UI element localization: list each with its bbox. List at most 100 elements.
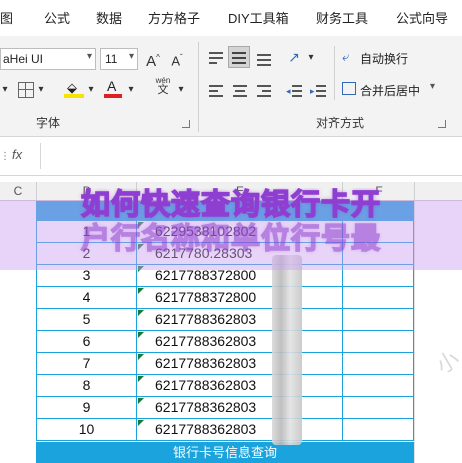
menu-item-formula-wizard[interactable]: 公式向导 (396, 8, 448, 27)
cell-divider (136, 419, 137, 440)
empty-cell[interactable] (343, 353, 413, 374)
table-row: 9 6217788362803 (36, 397, 414, 419)
align-right-button[interactable] (254, 82, 274, 102)
wrap-text-icon: ⤶ (342, 49, 350, 64)
empty-cell[interactable] (343, 309, 413, 330)
error-indicator-icon[interactable] (138, 310, 144, 316)
chevron-down-icon: ▾ (128, 51, 134, 62)
merge-icon (342, 82, 356, 95)
table-row: 5 6217788362803 (36, 309, 414, 331)
ribbon-separator (334, 46, 335, 100)
font-size-value: 11 (105, 52, 118, 66)
row-number-cell[interactable]: 8 (37, 377, 136, 393)
name-box-dots: ⋮ (0, 151, 10, 162)
cell-divider (136, 287, 137, 308)
border-icon[interactable] (18, 82, 34, 98)
wrap-text-button[interactable]: ⤶ 自动换行 (342, 48, 452, 68)
formula-bar: ⋮ fx (0, 137, 462, 176)
formula-input[interactable] (40, 143, 461, 169)
card-number-cell[interactable]: 6217788362803 (155, 333, 275, 349)
card-number-cell[interactable]: 6217788362803 (155, 421, 275, 437)
menu-item-diy[interactable]: DIY工具箱 (228, 8, 289, 27)
chevron-down-icon[interactable]: ▾ (176, 79, 186, 101)
table-row: 8 6217788362803 (36, 375, 414, 397)
alignment-dialog-launcher[interactable] (438, 120, 446, 128)
shrink-font-button[interactable]: Aˇ (168, 47, 186, 72)
chevron-down-icon[interactable]: ▾ (126, 79, 136, 101)
row-number-cell[interactable]: 7 (37, 355, 136, 371)
ribbon: aHei UI ▾ 11 ▾ A^ Aˇ ▾ ▾ ⬙ ▾ A ▾ wén 文 ▾… (0, 36, 462, 137)
cell-divider (136, 309, 137, 330)
cell-divider (136, 331, 137, 352)
font-size-select[interactable]: 11 ▾ (100, 48, 138, 70)
chevron-down-icon[interactable]: ▾ (86, 79, 96, 101)
menu-item-finance[interactable]: 财务工具 (316, 8, 368, 27)
align-middle-button[interactable] (228, 46, 250, 68)
chevron-down-icon[interactable]: ▾ (306, 47, 316, 69)
decrease-indent-button[interactable]: ◂ (284, 82, 304, 102)
redaction-blur (272, 255, 302, 445)
font-name-select[interactable]: aHei UI ▾ (0, 48, 96, 70)
row-number-cell[interactable]: 9 (37, 399, 136, 415)
row-number-cell[interactable]: 6 (37, 333, 136, 349)
title-line-2: 户行名称和单位行号最 (80, 222, 381, 256)
font-group-label: 字体 (36, 116, 61, 130)
card-number-cell[interactable]: 6217788362803 (155, 311, 275, 327)
empty-cell[interactable] (343, 287, 413, 308)
card-number-cell[interactable]: 6217788362803 (155, 355, 275, 371)
table-row: 4 6217788372800 (36, 287, 414, 309)
increase-indent-button[interactable]: ▸ (308, 82, 328, 102)
row-number-cell[interactable]: 10 (37, 421, 136, 437)
row-number-cell[interactable]: 4 (37, 289, 136, 305)
title-line-1: 如何快速查询银行卡开 (80, 188, 381, 222)
menu-item-formulas[interactable]: 公式 (44, 8, 70, 27)
error-indicator-icon[interactable] (138, 376, 144, 382)
table-row: 7 6217788362803 (36, 353, 414, 375)
chevron-down-icon[interactable]: ▾ (430, 81, 435, 92)
font-dialog-launcher[interactable] (182, 120, 190, 128)
empty-cell[interactable] (343, 419, 413, 440)
merge-center-button[interactable]: 合并后居中 ▾ (342, 80, 452, 100)
align-top-button[interactable] (206, 48, 226, 68)
chevron-down-icon[interactable]: ▾ (0, 79, 10, 101)
error-indicator-icon[interactable] (138, 354, 144, 360)
menu-item-view[interactable]: 图 (0, 8, 13, 27)
empty-cell[interactable] (343, 375, 413, 396)
table-row: 6 6217788362803 (36, 331, 414, 353)
cell-divider (136, 375, 137, 396)
menu-item-data[interactable]: 数据 (96, 8, 122, 27)
title-overlay: 如何快速查询银行卡开 户行名称和单位行号最 (0, 188, 462, 256)
phonetic-button[interactable]: wén 文 (152, 76, 174, 98)
alignment-group-label: 对齐方式 (316, 116, 365, 130)
card-number-cell[interactable]: 6217788372800 (155, 289, 275, 305)
error-indicator-icon[interactable] (138, 288, 144, 294)
ribbon-separator (198, 42, 199, 132)
align-center-button[interactable] (230, 82, 250, 102)
align-left-button[interactable] (206, 82, 226, 102)
menu-bar: 图 公式 数据 方方格子 DIY工具箱 财务工具 公式向导 (0, 0, 462, 36)
cell-divider (136, 353, 137, 374)
error-indicator-icon[interactable] (138, 332, 144, 338)
card-number-cell[interactable]: 6217788362803 (155, 377, 275, 393)
align-bottom-button[interactable] (254, 48, 274, 68)
font-color-button[interactable]: A (104, 78, 122, 98)
font-color-letter: A (107, 78, 117, 94)
wrap-text-label: 自动换行 (360, 52, 409, 66)
menu-item-ffgz[interactable]: 方方格子 (148, 8, 200, 27)
merge-center-label: 合并后居中 (360, 84, 421, 98)
error-indicator-icon[interactable] (138, 398, 144, 404)
grow-font-button[interactable]: A^ (144, 47, 162, 73)
orientation-icon[interactable]: ↗ (284, 46, 304, 68)
chevron-down-icon: ▾ (86, 51, 92, 62)
table-row: 10 6217788362803 (36, 419, 414, 441)
table-footer: 银行卡号信息查询 (36, 442, 414, 463)
fx-icon[interactable]: fx (12, 147, 22, 162)
row-number-cell[interactable]: 5 (37, 311, 136, 327)
fill-color-button[interactable]: ⬙ (64, 80, 84, 98)
chevron-down-icon[interactable]: ▾ (36, 79, 46, 101)
error-indicator-icon[interactable] (138, 420, 144, 426)
card-number-cell[interactable]: 6217788362803 (155, 399, 275, 415)
empty-cell[interactable] (343, 331, 413, 352)
font-name-value: aHei UI (3, 52, 44, 66)
empty-cell[interactable] (343, 397, 413, 418)
